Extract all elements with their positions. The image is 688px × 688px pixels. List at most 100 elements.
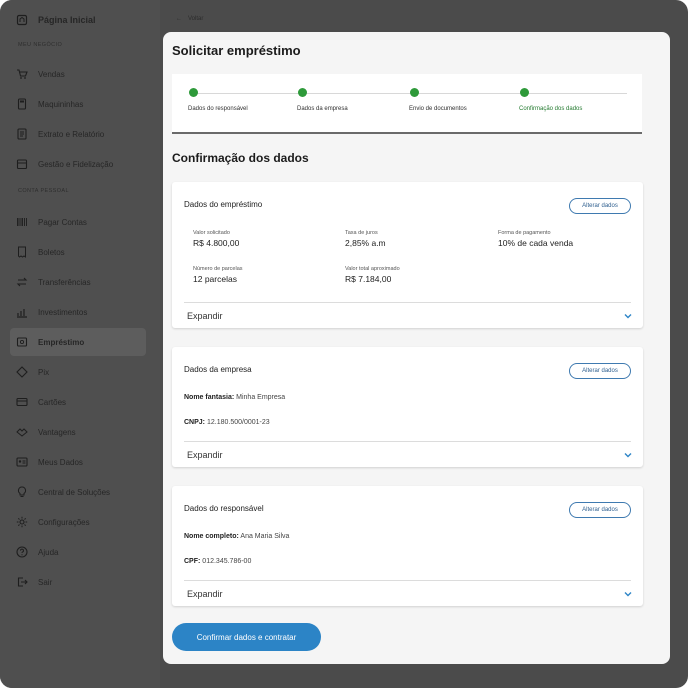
sidebar-item-label: Maquininhas — [38, 99, 84, 109]
sidebar-item-transfers[interactable]: Transferências — [10, 268, 146, 296]
step-company: Dados da empresa — [297, 88, 348, 112]
sidebar-item-help[interactable]: Ajuda — [10, 538, 146, 566]
sidebar-item-home[interactable]: Página Inicial — [10, 6, 146, 34]
sidebar-item-machines[interactable]: Maquininhas — [10, 90, 146, 118]
chevron-down-icon[interactable] — [623, 311, 633, 321]
step-done-indicator — [410, 88, 419, 97]
app-frame: Página Inicial MEU NEGÓCIO Vendas Maquin… — [0, 0, 688, 688]
field-label: Taxa de juros — [345, 230, 378, 236]
sidebar-item-label: Configurações — [38, 517, 90, 527]
field-label: Nome fantasia: — [184, 394, 235, 401]
page-title: Solicitar empréstimo — [172, 43, 301, 58]
sidebar-item-label: Ajuda — [38, 547, 59, 557]
transfer-icon — [16, 276, 28, 288]
step-label: Dados da empresa — [297, 106, 348, 112]
sidebar-section-business: MEU NEGÓCIO — [18, 42, 63, 48]
step-done-indicator — [189, 88, 198, 97]
edit-responsible-button[interactable]: Alterar dados — [569, 502, 631, 518]
chevron-down-icon[interactable] — [623, 589, 633, 599]
sidebar-item-label: Gestão e Fidelização — [38, 159, 114, 169]
responsible-full-name: Nome completo: Ana Maria Silva — [184, 533, 289, 540]
sidebar-item-my-data[interactable]: Meus Dados — [10, 448, 146, 476]
confirm-and-contract-button[interactable]: Confirmar dados e contratar — [172, 623, 321, 651]
sidebar-item-pix[interactable]: Pix — [10, 358, 146, 386]
handshake-icon — [16, 426, 28, 438]
sidebar-item-label: Extrato e Relatório — [38, 129, 105, 139]
field-label: Nome completo: — [184, 533, 239, 540]
receipt-icon — [16, 246, 28, 258]
field-value: Minha Empresa — [236, 394, 286, 401]
sidebar-item-label: Pix — [38, 367, 50, 377]
sidebar-item-boletos[interactable]: Boletos — [10, 238, 146, 266]
sidebar-item-label: Página Inicial — [38, 15, 96, 25]
responsible-data-card: Dados do responsável Alterar dados Nome … — [172, 486, 643, 606]
field-value: Ana Maria Silva — [240, 533, 290, 540]
loan-data-card: Dados do empréstimo Alterar dados Valor … — [172, 182, 643, 328]
sidebar-item-settings[interactable]: Configurações — [10, 508, 146, 536]
sidebar-item-label: Transferências — [38, 277, 91, 287]
sidebar-item-label: Sair — [38, 577, 53, 587]
field-value: 10% de cada venda — [498, 238, 574, 248]
sidebar-item-solutions[interactable]: Central de Soluções — [10, 478, 146, 506]
field-value: R$ 4.800,00 — [193, 238, 240, 248]
cart-icon — [16, 68, 28, 80]
step-documents: Envio de documentos — [409, 88, 467, 112]
logout-icon — [16, 576, 28, 588]
field-label: CPF: — [184, 558, 201, 565]
field-value: R$ 7.184,00 — [345, 274, 392, 284]
id-card-icon — [16, 456, 28, 468]
sidebar-section-account: CONTA PESSOAL — [18, 188, 69, 194]
back-link-label: Voltar — [188, 16, 204, 22]
loan-request-panel: Solicitar empréstimo Dados do responsáve… — [163, 32, 670, 664]
chevron-down-icon[interactable] — [623, 450, 633, 460]
edit-company-button[interactable]: Alterar dados — [569, 363, 631, 379]
pix-icon — [16, 366, 28, 378]
sidebar-item-sales[interactable]: Vendas — [10, 60, 146, 88]
sidebar-item-label: Cartões — [38, 397, 67, 407]
card-title: Dados do empréstimo — [184, 200, 263, 209]
step-done-indicator — [298, 88, 307, 97]
money-icon — [16, 336, 28, 348]
sidebar-item-label: Meus Dados — [38, 457, 83, 467]
field-label: CNPJ: — [184, 419, 206, 426]
sidebar-item-cards[interactable]: Cartões — [10, 388, 146, 416]
card-machine-icon — [16, 98, 28, 110]
sidebar-item-loan[interactable]: Empréstimo — [10, 328, 146, 356]
expand-toggle[interactable]: Expandir — [187, 589, 223, 599]
card-title: Dados do responsável — [184, 504, 264, 513]
sidebar-item-investments[interactable]: Investimentos — [10, 298, 146, 326]
company-trade-name: Nome fantasia: Minha Empresa — [184, 394, 285, 401]
help-icon — [16, 546, 28, 558]
expand-toggle[interactable]: Expandir — [187, 450, 223, 460]
back-link[interactable]: ← Voltar — [176, 16, 203, 22]
sidebar-item-bills[interactable]: Pagar Contas — [10, 208, 146, 236]
responsible-cpf: CPF: 012.345.786-00 — [184, 558, 251, 565]
document-icon — [16, 128, 28, 140]
field-total-amount: Valor total aproximado R$ 7.184,00 — [345, 266, 400, 284]
company-data-card: Dados da empresa Alterar dados Nome fant… — [172, 347, 643, 467]
field-label: Valor total aproximado — [345, 266, 400, 272]
card-divider — [184, 580, 631, 581]
sidebar-item-label: Vantagens — [38, 427, 76, 437]
step-confirmation: Confirmação dos dados — [519, 88, 582, 112]
sidebar-item-perks[interactable]: Vantagens — [10, 418, 146, 446]
sidebar-item-label: Pagar Contas — [38, 217, 87, 227]
edit-loan-button[interactable]: Alterar dados — [569, 198, 631, 214]
sidebar-item-statement[interactable]: Extrato e Relatório — [10, 120, 146, 148]
sidebar-item-logout[interactable]: Sair — [10, 568, 146, 596]
barcode-icon — [16, 216, 28, 228]
company-cnpj: CNPJ: 12.180.500/0001-23 — [184, 419, 270, 426]
step-label: Envio de documentos — [409, 106, 467, 112]
sidebar-item-label: Vendas — [38, 69, 65, 79]
section-title: Confirmação dos dados — [172, 151, 309, 165]
field-value: 12 parcelas — [193, 274, 237, 284]
field-label: Forma de pagamento — [498, 230, 551, 236]
sidebar-item-label: Investimentos — [38, 307, 88, 317]
card-divider — [184, 441, 631, 442]
chart-icon — [16, 306, 28, 318]
sidebar-item-management[interactable]: Gestão e Fidelização — [10, 150, 146, 178]
gear-icon — [16, 516, 28, 528]
field-interest-rate: Taxa de juros 2,85% a.m — [345, 230, 386, 248]
expand-toggle[interactable]: Expandir — [187, 311, 223, 321]
sidebar: Página Inicial MEU NEGÓCIO Vendas Maquin… — [0, 0, 160, 688]
